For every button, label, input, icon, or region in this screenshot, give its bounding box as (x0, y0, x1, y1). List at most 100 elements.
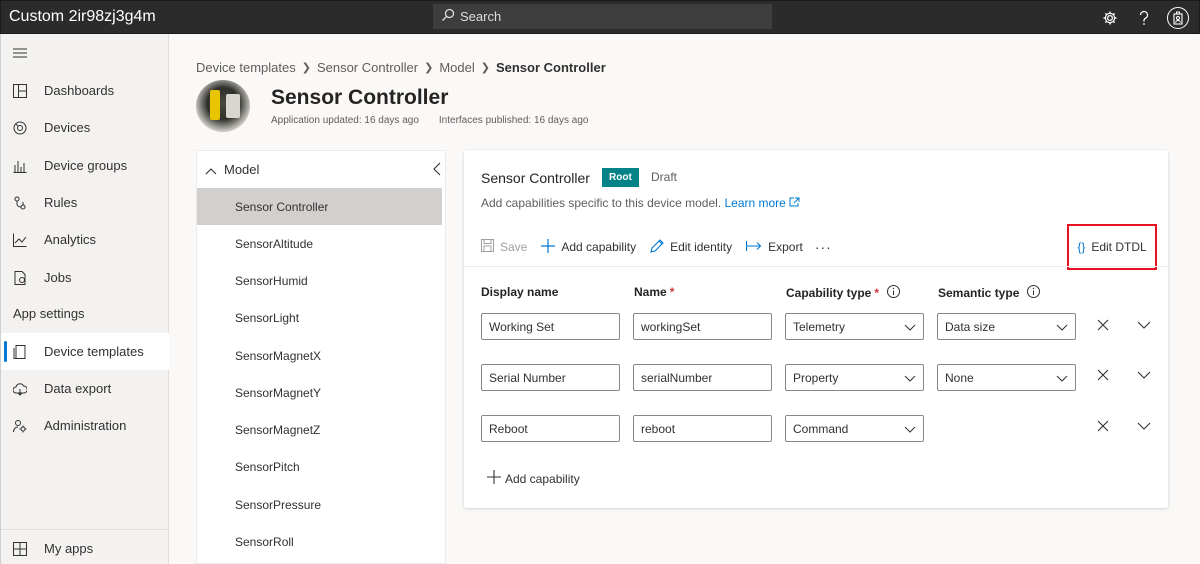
breadcrumb-current: Sensor Controller (495, 60, 606, 75)
sidebar-item-dashboards[interactable]: Dashboards (1, 72, 169, 109)
app-title[interactable]: Custom 2ir98zj3g4m (1, 8, 433, 26)
sidebar-item-label: Dashboards (44, 83, 115, 98)
tree-item[interactable]: SensorLight (197, 299, 442, 336)
card-title: Sensor Controller (481, 170, 590, 186)
export-label: Export (768, 240, 803, 254)
column-header-name: Name * (634, 285, 674, 299)
tree-item-sensor-controller[interactable]: Sensor Controller (197, 188, 442, 225)
add-capability-bottom-label: Add capability (505, 471, 580, 486)
device-image-chip (210, 90, 220, 120)
user-avatar-icon[interactable] (1167, 7, 1189, 29)
save-icon (481, 239, 500, 255)
help-icon[interactable] (1127, 1, 1161, 35)
add-capability-button[interactable]: Add capability (541, 238, 636, 256)
collapse-panel-chevron-left-icon[interactable] (433, 162, 441, 179)
display-name-field[interactable]: Working Set (481, 313, 620, 340)
add-capability-bottom-button[interactable]: Add capability (487, 470, 580, 487)
breadcrumb-sensor-controller[interactable]: Sensor Controller (317, 60, 418, 75)
chevron-up-icon[interactable] (205, 163, 217, 178)
sidebar-item-my-apps[interactable]: My apps (1, 530, 169, 564)
rules-icon (12, 195, 28, 211)
delete-close-icon[interactable] (1095, 367, 1111, 383)
more-options-button[interactable]: ··· (815, 239, 832, 255)
page-meta: Application updated: 16 days ago Interfa… (271, 115, 588, 126)
display-name-field[interactable]: Reboot (481, 415, 620, 442)
semantic-type-dropdown[interactable]: None (937, 364, 1076, 391)
jobs-icon (12, 270, 28, 286)
tree-item[interactable]: SensorPitch (197, 448, 442, 485)
tree-item[interactable]: SensorMagnetY (197, 374, 442, 411)
name-field[interactable]: workingSet (633, 313, 772, 340)
tree-item[interactable]: SensorMagnetX (197, 337, 442, 374)
root-badge: Root (602, 168, 639, 187)
display-name-field[interactable]: Serial Number (481, 364, 620, 391)
settings-gear-icon[interactable] (1093, 1, 1127, 35)
hamburger-icon (12, 45, 28, 61)
sidebar-item-analytics[interactable]: Analytics (1, 221, 169, 258)
info-icon[interactable] (1027, 285, 1041, 301)
toolbar: Save Add capability Edit identity Export… (481, 238, 832, 256)
sidebar-item-administration[interactable]: Administration (1, 407, 169, 444)
column-header-label: Name (634, 285, 667, 299)
capability-type-dropdown[interactable]: Command (785, 415, 924, 442)
app-settings-section-label: App settings (13, 306, 85, 321)
column-header-label: Capability type (786, 286, 872, 300)
tree-item[interactable]: SensorMagnetZ (197, 411, 442, 448)
hamburger-menu-button[interactable] (1, 34, 169, 71)
chevron-right-icon: ❯ (480, 62, 490, 74)
plus-icon (541, 238, 561, 256)
chevron-right-icon: ❯ (301, 62, 311, 74)
top-bar: Custom 2ir98zj3g4m Search (0, 0, 1200, 34)
sidebar-item-label: Device groups (44, 158, 128, 173)
export-arrow-icon (746, 240, 768, 255)
edit-identity-label: Edit identity (670, 240, 733, 254)
tree-header-label[interactable]: Model (224, 162, 259, 177)
export-button[interactable]: Export (746, 240, 803, 255)
expand-chevron-down-icon[interactable] (1136, 367, 1152, 383)
tree-item[interactable]: SensorHumid (197, 262, 442, 299)
expand-chevron-down-icon[interactable] (1136, 418, 1152, 434)
plus-icon (487, 470, 505, 487)
semantic-type-dropdown[interactable]: Data size (937, 313, 1076, 340)
chevron-down-icon (904, 320, 916, 334)
tree-item[interactable]: SensorRoll (197, 523, 442, 560)
devices-icon (12, 120, 28, 136)
sidebar-item-device-templates[interactable]: Device templates (1, 333, 169, 370)
sidebar-item-rules[interactable]: Rules (1, 184, 169, 221)
capability-type-dropdown[interactable]: Property (785, 364, 924, 391)
edit-dtdl-button[interactable]: {} Edit DTDL (1067, 224, 1157, 270)
sidebar-item-jobs[interactable]: Jobs (1, 259, 169, 296)
capability-type-dropdown[interactable]: Telemetry (785, 313, 924, 340)
page-title: Sensor Controller (271, 86, 449, 109)
edit-identity-button[interactable]: Edit identity (650, 238, 733, 256)
code-braces-icon: {} (1077, 240, 1086, 254)
tree-item[interactable]: SensorAltitude (197, 225, 442, 262)
my-apps-icon (12, 541, 28, 557)
external-link-icon (789, 196, 800, 210)
app-updated-text: Application updated: 16 days ago (271, 115, 419, 126)
capabilities-card: Sensor Controller Root Draft Add capabil… (464, 150, 1168, 508)
tree-item[interactable]: SensorPressure (197, 486, 442, 523)
sidebar-item-devices[interactable]: Devices (1, 109, 169, 146)
breadcrumb-model[interactable]: Model (439, 60, 474, 75)
learn-more-link[interactable]: Learn more (724, 196, 800, 210)
info-icon[interactable] (887, 285, 901, 301)
save-label: Save (500, 240, 528, 254)
column-header-display-name: Display name (481, 285, 558, 299)
breadcrumb-device-templates[interactable]: Device templates (196, 60, 296, 75)
expand-chevron-down-icon[interactable] (1136, 317, 1152, 333)
sidebar-item-data-export[interactable]: Data export (1, 370, 169, 407)
sidebar-item-device-groups[interactable]: Device groups (1, 147, 169, 184)
interfaces-published-text: Interfaces published: 16 days ago (438, 115, 589, 126)
delete-close-icon[interactable] (1095, 317, 1111, 333)
column-header-semantic-type: Semantic type (938, 285, 1041, 301)
name-field[interactable]: reboot (633, 415, 772, 442)
name-field[interactable]: serialNumber (633, 364, 772, 391)
delete-close-icon[interactable] (1095, 418, 1111, 434)
search-input[interactable]: Search (433, 4, 772, 29)
sidebar-item-label: Devices (44, 120, 91, 135)
chevron-down-icon (1056, 320, 1068, 334)
sidebar-item-label: Jobs (44, 270, 72, 285)
save-button[interactable]: Save (481, 239, 527, 255)
model-tree-panel: Model Sensor Controller SensorAltitude S… (196, 150, 446, 564)
